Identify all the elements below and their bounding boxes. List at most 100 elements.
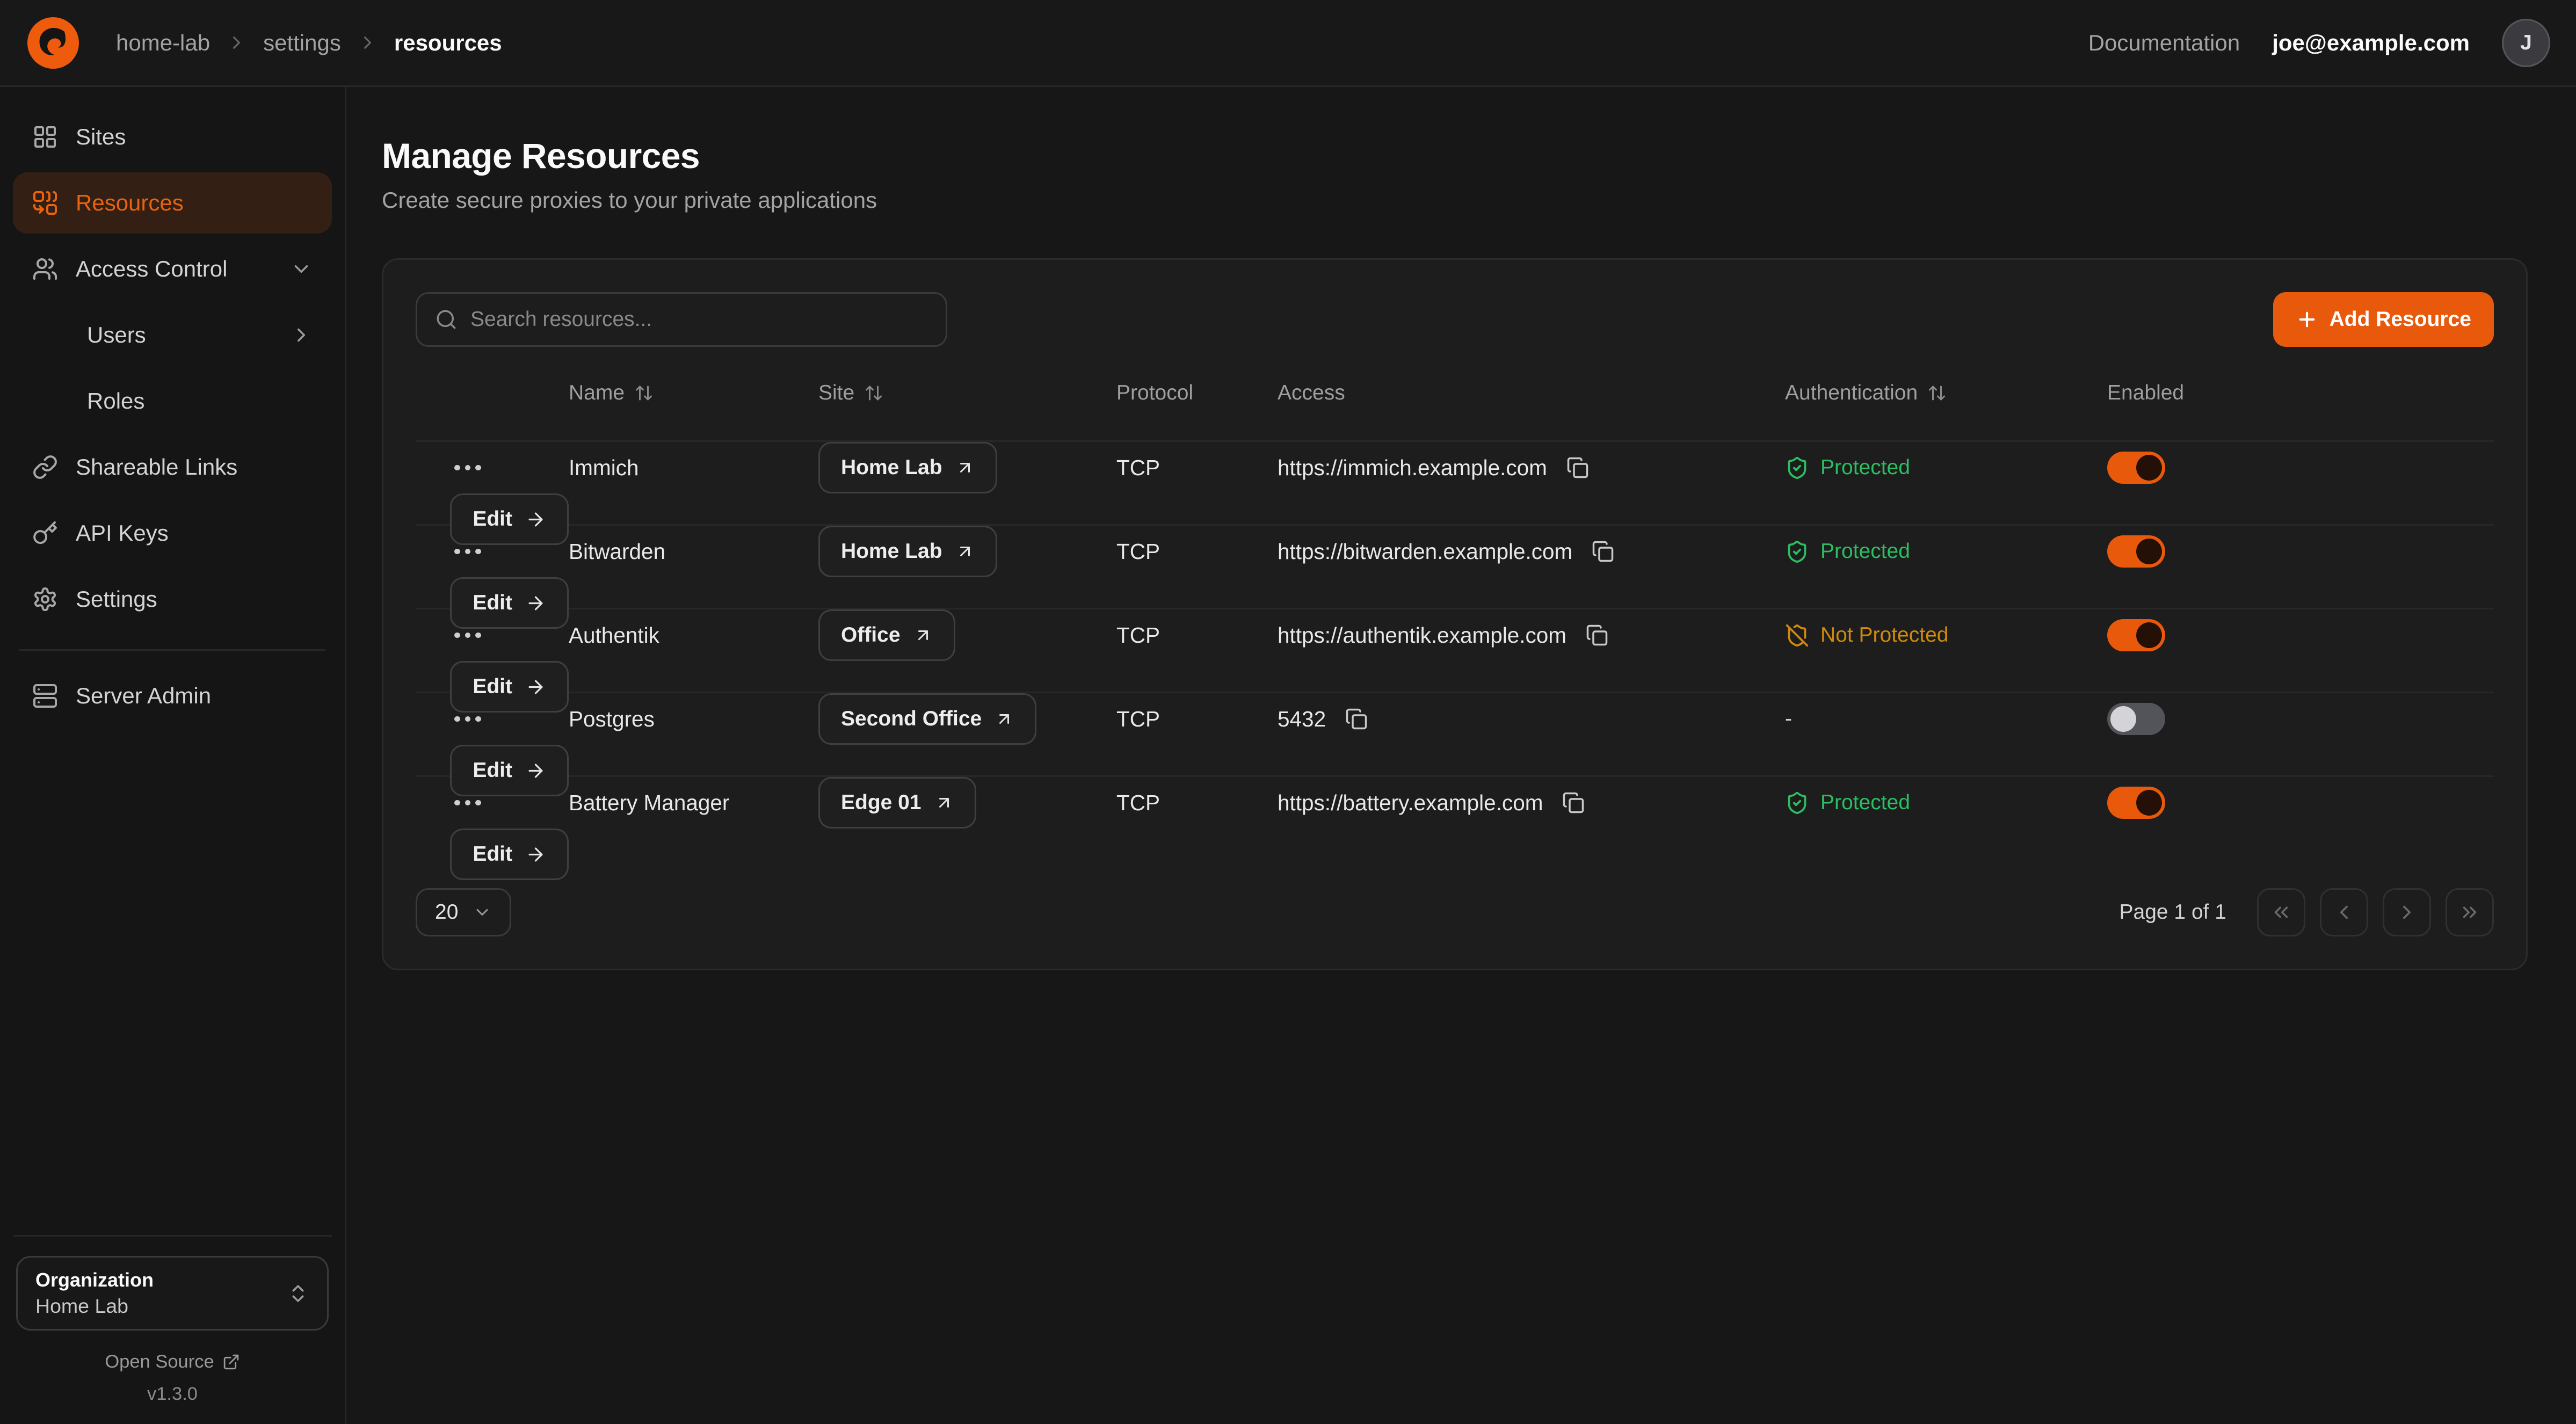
enabled-toggle[interactable]: [2107, 619, 2165, 651]
edit-button[interactable]: Edit: [450, 745, 569, 796]
users-icon: [32, 256, 58, 282]
sidebar-item-sites[interactable]: Sites: [13, 106, 332, 168]
user-avatar[interactable]: J: [2502, 19, 2550, 67]
sidebar-item-label: Shareable Links: [76, 454, 237, 480]
arrow-up-right-icon: [955, 458, 975, 477]
enabled-toggle[interactable]: [2107, 703, 2165, 735]
edit-label: Edit: [473, 507, 512, 531]
sidebar-item-shareable-links[interactable]: Shareable Links: [13, 437, 332, 498]
search-icon: [435, 308, 458, 331]
page-size-value: 20: [435, 900, 458, 924]
copy-icon[interactable]: [1340, 703, 1373, 735]
site-name: Home Lab: [841, 540, 942, 563]
chevron-right-icon: [290, 324, 313, 346]
edit-button[interactable]: Edit: [450, 493, 569, 545]
resource-name: Authentik: [569, 623, 818, 648]
row-menu-button[interactable]: [448, 623, 488, 648]
page-title: Manage Resources: [382, 135, 2528, 176]
breadcrumb-org[interactable]: home-lab: [116, 30, 210, 56]
edit-button[interactable]: Edit: [450, 661, 569, 713]
enabled-toggle[interactable]: [2107, 535, 2165, 568]
sort-icon[interactable]: [1927, 383, 1947, 403]
edit-label: Edit: [473, 759, 512, 782]
resource-name: Battery Manager: [569, 790, 818, 816]
documentation-link[interactable]: Documentation: [2088, 30, 2240, 56]
sidebar-item-resources[interactable]: Resources: [13, 172, 332, 234]
page-info: Page 1 of 1: [2120, 900, 2227, 924]
column-site: Site: [818, 381, 854, 405]
auth-label: Protected: [1820, 791, 1910, 815]
add-resource-button[interactable]: Add Resource: [2273, 292, 2494, 347]
sidebar-item-access-control[interactable]: Access Control: [13, 238, 332, 300]
site-name: Home Lab: [841, 456, 942, 479]
site-link-button[interactable]: Home Lab: [818, 526, 997, 577]
table-row: Battery Manager Edge 01 TCP https://batt…: [416, 775, 2494, 859]
gear-icon: [32, 586, 58, 612]
copy-icon[interactable]: [1581, 619, 1613, 651]
row-menu-button[interactable]: [448, 455, 488, 481]
row-menu-button[interactable]: [448, 539, 488, 564]
organization-switcher[interactable]: Organization Home Lab: [16, 1256, 329, 1331]
column-enabled: Enabled: [2107, 381, 2184, 405]
sidebar-item-server-admin[interactable]: Server Admin: [13, 665, 332, 726]
arrow-right-icon: [525, 844, 546, 865]
edit-button[interactable]: Edit: [450, 577, 569, 629]
sidebar-item-roles[interactable]: Roles: [13, 370, 332, 432]
external-link-icon: [222, 1353, 240, 1371]
row-menu-button[interactable]: [448, 707, 488, 732]
sidebar-item-label: Users: [87, 322, 146, 348]
next-page-button[interactable]: [2383, 888, 2431, 936]
first-page-button[interactable]: [2257, 888, 2305, 936]
copy-icon[interactable]: [1557, 787, 1590, 819]
add-resource-label: Add Resource: [2330, 308, 2471, 331]
page-size-select[interactable]: 20: [416, 888, 511, 936]
card-toolbar: Add Resource: [416, 292, 2494, 347]
key-icon: [32, 520, 58, 546]
shield-off-icon: [1785, 623, 1809, 648]
resource-protocol: TCP: [1116, 455, 1278, 481]
copy-icon[interactable]: [1587, 535, 1619, 568]
auth-status: Not Protected: [1785, 623, 2107, 648]
site-link-button[interactable]: Office: [818, 609, 955, 661]
sidebar-footer: Organization Home Lab Open Source v1.3.0: [13, 1235, 332, 1424]
enabled-toggle[interactable]: [2107, 452, 2165, 484]
copy-icon[interactable]: [1562, 452, 1594, 484]
row-menu-button[interactable]: [448, 790, 488, 816]
edit-label: Edit: [473, 591, 512, 615]
search-box: [416, 292, 947, 347]
enabled-toggle[interactable]: [2107, 787, 2165, 819]
sidebar-item-api-keys[interactable]: API Keys: [13, 503, 332, 564]
auth-status: Protected: [1785, 456, 2107, 480]
server-icon: [32, 683, 58, 709]
resources-combine-icon: [32, 190, 58, 216]
column-authentication: Authentication: [1785, 381, 1918, 405]
site-link-button[interactable]: Home Lab: [818, 442, 997, 493]
open-source-link[interactable]: Open Source: [16, 1352, 329, 1372]
breadcrumb: home-lab settings resources: [116, 30, 502, 56]
sidebar-item-settings[interactable]: Settings: [13, 569, 332, 630]
sort-icon[interactable]: [634, 383, 654, 403]
sidebar-item-users[interactable]: Users: [13, 304, 332, 366]
shield-check-icon: [1785, 456, 1809, 480]
resource-access: https://immich.example.com: [1278, 455, 1547, 481]
sidebar-item-label: Resources: [76, 190, 184, 216]
site-link-button[interactable]: Second Office: [818, 693, 1036, 745]
site-link-button[interactable]: Edge 01: [818, 777, 976, 829]
table-row: Postgres Second Office TCP 5432 -: [416, 692, 2494, 775]
site-name: Second Office: [841, 707, 982, 731]
breadcrumb-settings[interactable]: settings: [263, 30, 341, 56]
chevron-right-icon: [357, 32, 378, 53]
table-header: Name Site Protocol Access Authentication: [416, 369, 2494, 440]
site-name: Office: [841, 623, 901, 647]
last-page-button[interactable]: [2446, 888, 2494, 936]
previous-page-button[interactable]: [2320, 888, 2368, 936]
resource-access: 5432: [1278, 707, 1326, 732]
shield-check-icon: [1785, 540, 1809, 564]
auth-label: Not Protected: [1820, 623, 1948, 647]
resource-name: Immich: [569, 455, 818, 481]
app-logo-icon[interactable]: [26, 16, 81, 70]
column-access: Access: [1278, 381, 1345, 405]
search-input[interactable]: [470, 308, 928, 331]
sort-icon[interactable]: [864, 383, 883, 403]
edit-button[interactable]: Edit: [450, 829, 569, 880]
